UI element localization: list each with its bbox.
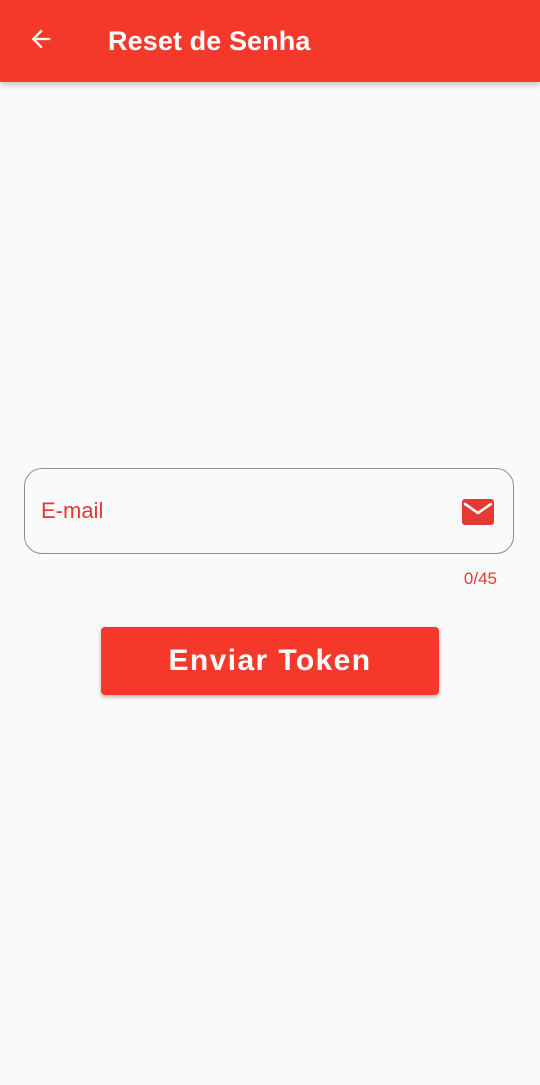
send-token-button[interactable]: Enviar Token — [101, 627, 439, 695]
character-counter: 0/45 — [463, 569, 497, 588]
app-bar: Reset de Senha — [0, 0, 540, 82]
arrow-back-icon — [27, 25, 55, 58]
mail-icon — [462, 499, 494, 525]
email-field[interactable] — [24, 468, 514, 554]
reset-form: 0/45 Enviar Token — [0, 82, 540, 1082]
back-button[interactable] — [20, 21, 62, 61]
page-title: Reset de Senha — [108, 26, 311, 56]
email-input[interactable] — [41, 489, 441, 533]
